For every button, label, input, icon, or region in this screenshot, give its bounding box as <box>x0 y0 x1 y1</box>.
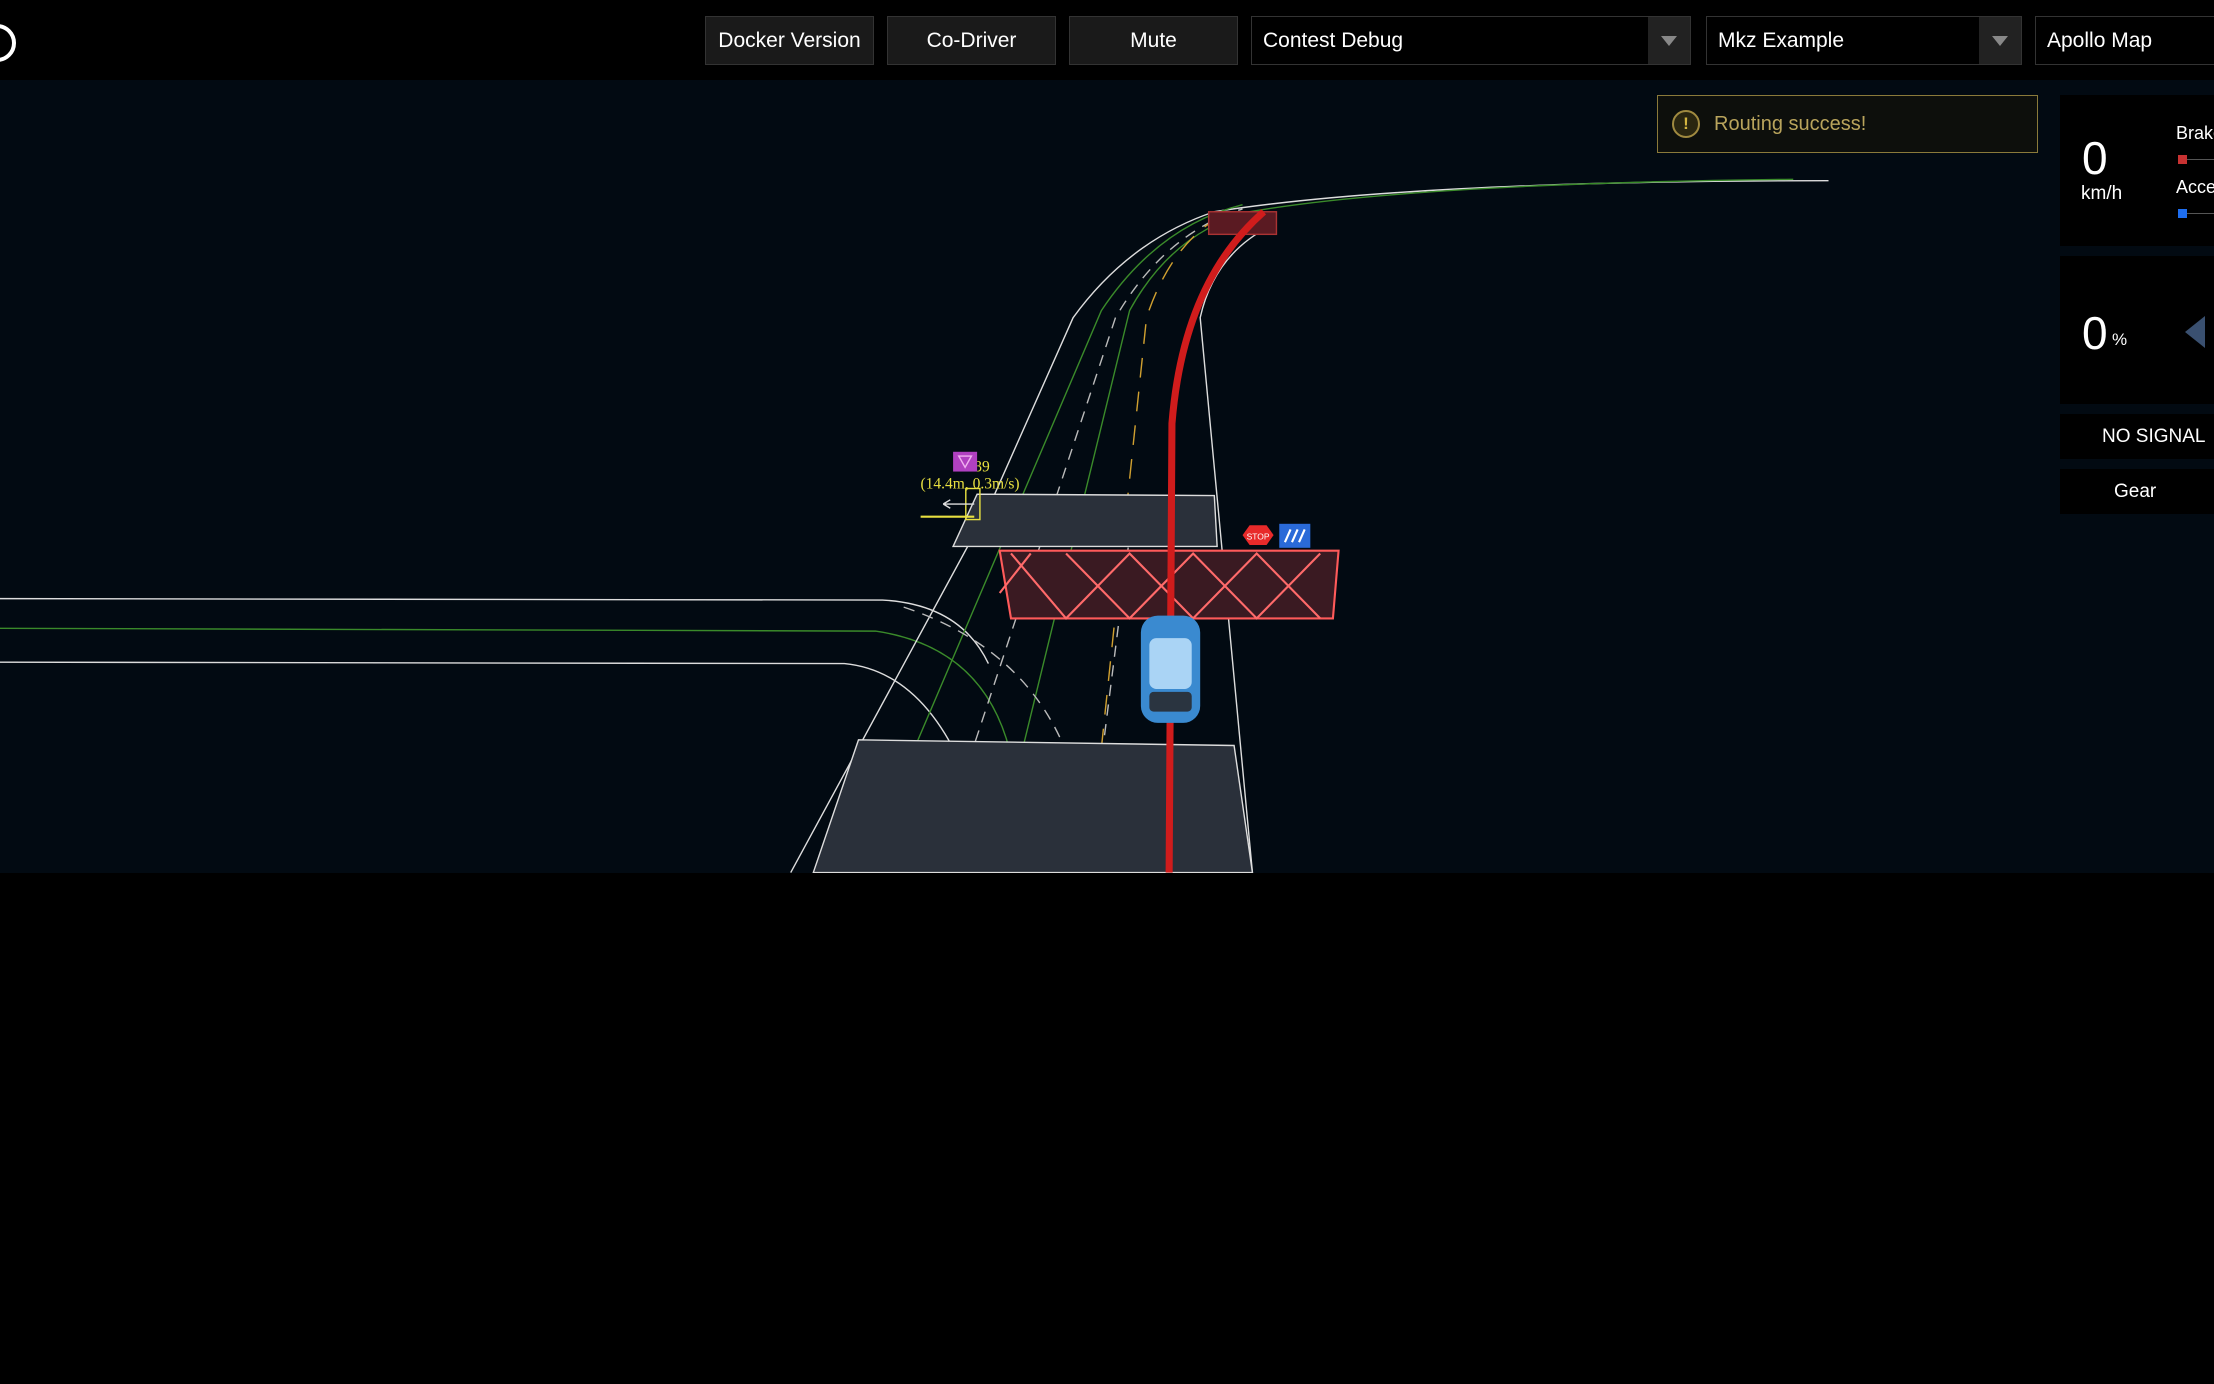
docker-version-button[interactable]: Docker Version <box>705 16 874 65</box>
scene-canvas: STOP 6639 (14.4m, 0.3m/s) <box>0 178 1829 874</box>
stop-sign-label: STOP <box>1247 531 1270 541</box>
apollo-logo <box>0 24 16 62</box>
lane-center <box>1011 178 1794 791</box>
co-driver-button[interactable]: Co-Driver <box>887 16 1056 65</box>
accel-indicator <box>2178 209 2187 218</box>
brake-bar <box>2187 159 2214 160</box>
mode-select[interactable]: Contest Debug <box>1251 16 1691 65</box>
brake-label: Brake <box>2176 123 2214 143</box>
obstacle-info: (14.4m, 0.3m/s) <box>920 476 1019 493</box>
crosswalk <box>951 493 1218 548</box>
chevron-down-icon[interactable] <box>1648 17 1690 64</box>
accel-label: Accelerator <box>2176 177 2214 197</box>
lane-boundary <box>0 661 961 763</box>
accel-bar <box>2187 213 2214 214</box>
3d-scene-view[interactable]: STOP 6639 (14.4m, 0.3m/s) ! Routing succ… <box>0 80 2214 874</box>
steering-value: 0 <box>2082 307 2108 359</box>
notification-text: Routing success! <box>1714 112 1867 135</box>
steering-panel: 0 % <box>2060 256 2214 404</box>
vehicle-select-value: Mkz Example <box>1718 28 1845 52</box>
mode-select-value: Contest Debug <box>1263 28 1404 52</box>
speed-panel: 0 km/h Brake Accelerator <box>2060 95 2214 246</box>
brake-indicator <box>2178 155 2187 164</box>
ego-vehicle <box>1140 615 1201 723</box>
mute-button[interactable]: Mute <box>1069 16 1238 65</box>
chevron-down-icon[interactable] <box>1979 17 2021 64</box>
obstacle-velocity-arrow <box>942 499 975 509</box>
signal-panel: NO SIGNAL <box>2060 414 2214 459</box>
routing-notification: ! Routing success! <box>1657 95 2038 153</box>
vehicle-select[interactable]: Mkz Example <box>1706 16 2022 65</box>
gear-label: Gear <box>2114 480 2157 502</box>
speed-unit: km/h <box>2081 183 2123 204</box>
crosswalk <box>812 739 1254 874</box>
top-bar: Docker Version Co-Driver Mute Contest De… <box>0 0 2214 80</box>
exclamation-circle-icon: ! <box>1672 110 1700 138</box>
gear-panel: Gear <box>2060 469 2214 514</box>
map-select[interactable]: Apollo Map <box>2035 16 2214 65</box>
signal-status: NO SIGNAL <box>2102 425 2206 447</box>
steering-unit: % <box>2112 330 2128 349</box>
map-select-value: Apollo Map <box>2047 28 2153 52</box>
speed-value: 0 <box>2082 132 2108 184</box>
left-turn-signal-icon <box>2185 316 2205 348</box>
